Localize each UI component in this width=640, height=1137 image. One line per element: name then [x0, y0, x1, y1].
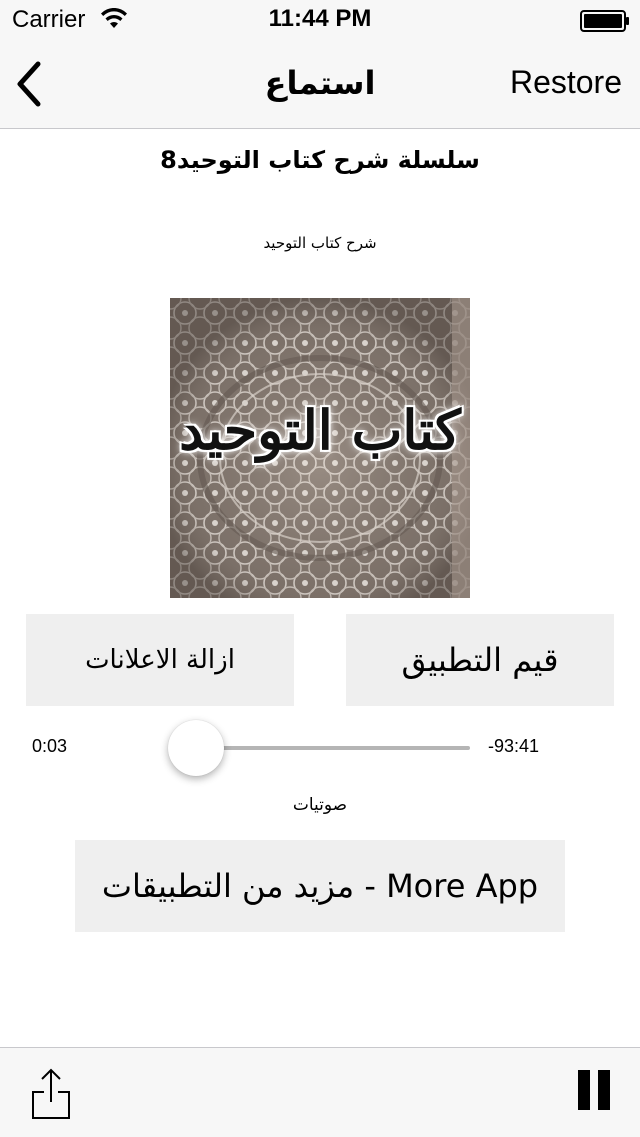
cover-artwork: كتاب التوحيد — [170, 298, 470, 598]
remaining-time: -93:41 — [488, 736, 540, 756]
bottom-toolbar — [0, 1047, 640, 1137]
share-icon[interactable] — [28, 1066, 74, 1122]
progress-slider-thumb[interactable] — [168, 720, 224, 776]
navigation-bar: استماع Restore — [0, 40, 640, 129]
audios-label: صوتيات — [292, 795, 348, 815]
progress-slider-track[interactable] — [196, 746, 470, 750]
remove-ads-button[interactable]: ازالة الاعلانات — [26, 614, 294, 706]
status-bar: Carrier 11:44 PM — [0, 0, 640, 40]
series-title: سلسلة شرح كتاب التوحيد8 — [160, 146, 480, 174]
elapsed-time: 0:03 — [32, 736, 68, 756]
restore-button[interactable]: Restore — [510, 64, 622, 101]
back-chevron-icon[interactable] — [10, 58, 50, 110]
nav-title: استماع — [264, 64, 376, 102]
track-subtitle: شرح كتاب التوحيد — [263, 234, 377, 252]
more-apps-button[interactable]: مزيد من التطبيقات - More App — [75, 840, 565, 932]
battery-icon — [580, 10, 629, 32]
clock: 11:44 PM — [268, 5, 372, 32]
pause-bar-left — [578, 1070, 590, 1110]
pause-bar-right — [598, 1070, 610, 1110]
rate-app-button[interactable]: قيم التطبيق — [346, 614, 614, 706]
cover-title-text: كتاب التوحيد — [179, 398, 461, 462]
pause-icon[interactable] — [574, 1070, 614, 1114]
